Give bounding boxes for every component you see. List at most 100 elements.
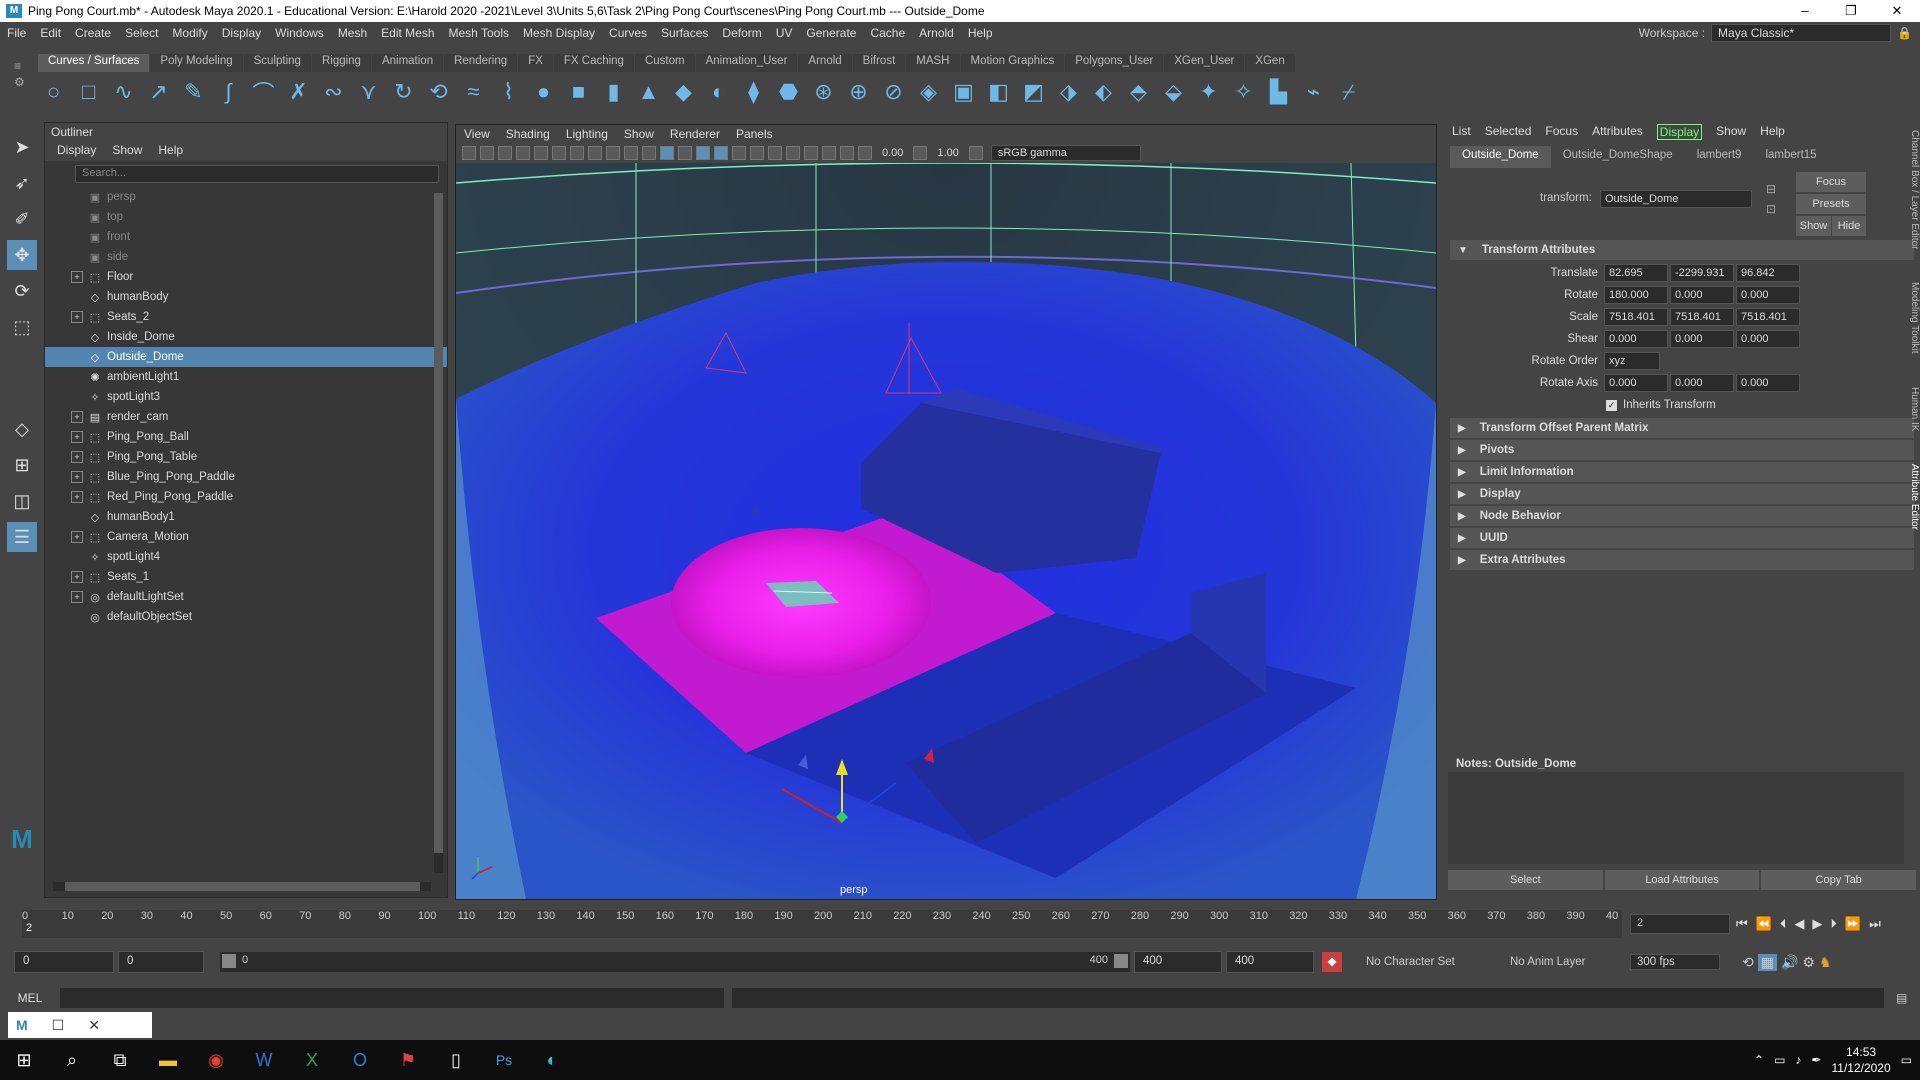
step-back-key-icon[interactable]: ⏪ [1756, 916, 1772, 932]
menu-file[interactable]: File [0, 26, 33, 40]
attr-menu-display[interactable]: Display [1656, 124, 1703, 140]
outliner-item-floor[interactable]: + ⬚ Floor [45, 267, 447, 287]
expand-icon[interactable]: + [71, 531, 83, 543]
word-icon[interactable]: W [240, 1040, 288, 1080]
grid-toggle-icon[interactable] [534, 146, 548, 160]
attr-menu-help[interactable]: Help [1760, 124, 1785, 140]
menu-curves[interactable]: Curves [602, 26, 654, 40]
rotate-axis-y-field[interactable]: 0.000 [1670, 374, 1734, 392]
outliner-item-top[interactable]: ▣ top [45, 207, 447, 227]
translate-x-field[interactable]: 82.695 [1604, 264, 1668, 282]
expand-icon[interactable]: + [71, 571, 83, 583]
side-tab-modeling-toolkit[interactable]: Modeling Toolkit [1909, 282, 1920, 354]
viewport-menu-renderer[interactable]: Renderer [670, 127, 720, 141]
section-transform-attributes[interactable]: ▼ Transform Attributes [1450, 240, 1914, 260]
two-view-layout-icon[interactable]: ◫ [7, 486, 37, 516]
single-view-layout-icon[interactable]: ◇ [7, 414, 37, 444]
section-pivots[interactable]: ▶ Pivots [1450, 440, 1914, 460]
anim-layer-dropdown[interactable]: No Anim Layer [1490, 956, 1610, 968]
excel-icon[interactable]: X [288, 1040, 336, 1080]
gamma-value[interactable]: 1.00 [931, 147, 964, 159]
viewport-panel[interactable]: View Shading Lighting Show Renderer Pane… [455, 124, 1437, 900]
smooth-icon[interactable]: ⌿ [1333, 77, 1364, 107]
expand-icon[interactable]: + [71, 271, 83, 283]
tab-lambert9[interactable]: lambert9 [1685, 146, 1754, 168]
workspace-dropdown[interactable]: Maya Classic* [1711, 24, 1892, 42]
lock-icon[interactable]: 🔒 [1897, 26, 1912, 40]
shelf-tab-xgen-user[interactable]: XGen_User [1164, 54, 1245, 72]
outliner-item-persp[interactable]: ▣ persp [45, 187, 447, 207]
expand-icon[interactable]: + [71, 451, 83, 463]
shelf-tab-bifrost[interactable]: Bifrost [852, 54, 906, 72]
pencil-curve-icon[interactable]: ✎ [178, 77, 209, 107]
shelf-tab-animation[interactable]: Animation [371, 54, 444, 72]
tray-chevron-icon[interactable]: ⌃ [1754, 1053, 1764, 1067]
image-plane-icon[interactable] [516, 146, 530, 160]
attr-menu-selected[interactable]: Selected [1485, 124, 1532, 140]
paint-icon[interactable]: ⌁ [1298, 77, 1329, 107]
menu-modify[interactable]: Modify [165, 26, 214, 40]
outlook-icon[interactable]: O [336, 1040, 384, 1080]
maya-mini-icon[interactable]: M [16, 1017, 28, 1033]
bookmark-icon[interactable] [498, 146, 512, 160]
mini-close-icon[interactable]: ✕ [88, 1017, 100, 1034]
curve-fit-icon[interactable]: ✗ [283, 77, 314, 107]
network-icon[interactable]: ▭ [1774, 1053, 1785, 1067]
range-slider[interactable]: 0 400 [220, 952, 1130, 972]
attr-menu-focus[interactable]: Focus [1545, 124, 1578, 140]
notes-field[interactable] [1448, 772, 1904, 864]
rotate-icon[interactable]: ⟳ [7, 276, 37, 306]
project-icon[interactable]: ⌇ [493, 77, 524, 107]
playback-end-field[interactable]: 400 [1134, 951, 1222, 973]
menu-create[interactable]: Create [68, 26, 118, 40]
gate-mask-icon[interactable] [588, 146, 602, 160]
tab-outside-dome[interactable]: Outside_Dome [1450, 146, 1551, 168]
rotate-axis-x-field[interactable]: 0.000 [1604, 374, 1668, 392]
shear-x-field[interactable]: 0.000 [1604, 330, 1668, 348]
circle-icon[interactable]: ○ [38, 77, 69, 107]
outliner-item-spotlight3[interactable]: ✧ spotLight3 [45, 387, 447, 407]
camera-attributes-icon[interactable] [480, 146, 494, 160]
rebuild-surface-icon[interactable]: ⬘ [1123, 77, 1154, 107]
expand-icon[interactable]: + [71, 311, 83, 323]
ambient-occlusion-icon[interactable] [750, 146, 764, 160]
play-backward-icon[interactable]: ◀ [1794, 916, 1804, 932]
volume-icon[interactable]: ♪ [1795, 1053, 1801, 1067]
expand-icon[interactable]: + [71, 411, 83, 423]
current-time-marker[interactable]: 2 [26, 922, 32, 934]
character-set-dropdown[interactable]: No Character Set [1346, 956, 1486, 968]
section-limit-information[interactable]: ▶ Limit Information [1450, 462, 1914, 482]
translate-y-field[interactable]: -2299.931 [1670, 264, 1734, 282]
shelf-tab-polygons-user[interactable]: Polygons_User [1065, 54, 1164, 72]
viewport-menu-shading[interactable]: Shading [506, 127, 550, 141]
outliner-menu-show[interactable]: Show [112, 143, 142, 159]
load-attributes-button[interactable]: Load Attributes [1604, 870, 1760, 890]
outliner-item-inside-dome[interactable]: ◇ Inside_Dome [45, 327, 447, 347]
transform-name-field[interactable]: Outside_Dome [1600, 190, 1752, 208]
section-extra-attributes[interactable]: ▶ Extra Attributes [1450, 550, 1914, 570]
minimize-button[interactable]: – [1782, 3, 1828, 19]
square-icon[interactable]: □ [73, 77, 104, 107]
extrude-icon[interactable]: ⬣ [773, 77, 804, 107]
gamma-icon[interactable] [913, 146, 928, 160]
menu-display[interactable]: Display [215, 26, 268, 40]
section-transform-offset-parent-matrix[interactable]: ▶ Transform Offset Parent Matrix [1450, 418, 1914, 438]
pen-icon[interactable]: ✒ [1811, 1053, 1821, 1067]
autodesk-icon[interactable]: ⚑ [384, 1040, 432, 1080]
shelf-tab-fx-caching[interactable]: FX Caching [553, 54, 634, 72]
shelf-options-icon[interactable]: ≡ ⚙ [14, 58, 30, 108]
rebuild-icon[interactable]: ↻ [388, 77, 419, 107]
menu-help[interactable]: Help [961, 26, 1000, 40]
shadows-icon[interactable] [732, 146, 746, 160]
search-icon[interactable]: ⌕ [48, 1040, 96, 1080]
scale-z-field[interactable]: 7518.401 [1736, 308, 1800, 326]
step-back-frame-icon[interactable]: ⏴ [1780, 916, 1787, 932]
shelf-tab-sculpting[interactable]: Sculpting [243, 54, 311, 72]
shelf-tab-custom[interactable]: Custom [634, 54, 695, 72]
loop-icon[interactable]: ⟲ [1742, 954, 1754, 971]
menu-cache[interactable]: Cache [863, 26, 912, 40]
rotate-x-field[interactable]: 180.000 [1604, 286, 1668, 304]
menu-generate[interactable]: Generate [799, 26, 863, 40]
menu-uv[interactable]: UV [769, 26, 800, 40]
shelf-tab-rendering[interactable]: Rendering [444, 54, 518, 72]
